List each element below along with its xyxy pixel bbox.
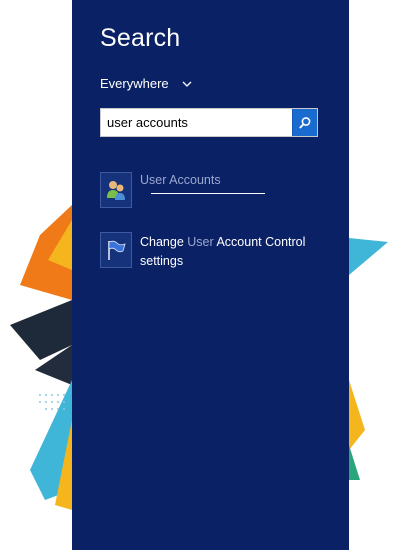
result-focus-underline (151, 193, 265, 194)
search-charm-panel: Search Everywhere User Accounts (72, 0, 349, 550)
result-label: User Accounts (140, 173, 221, 187)
search-button[interactable] (292, 109, 317, 136)
result-label: Change User Account Control settings (140, 233, 310, 271)
search-result-change-uac-settings[interactable]: Change User Account Control settings (100, 232, 310, 271)
page-title: Search (100, 24, 181, 52)
result-label-highlight: User (187, 235, 214, 249)
user-accounts-icon (100, 172, 132, 208)
search-result-user-accounts[interactable]: User Accounts (100, 172, 265, 208)
chevron-down-icon (182, 81, 192, 87)
search-icon (299, 116, 311, 129)
search-scope-label: Everywhere (100, 76, 169, 91)
uac-flag-icon (100, 232, 132, 268)
result-label-part: Change (140, 235, 188, 249)
search-input[interactable] (101, 109, 292, 136)
search-scope-dropdown[interactable]: Everywhere (100, 76, 193, 91)
search-box (100, 108, 318, 137)
